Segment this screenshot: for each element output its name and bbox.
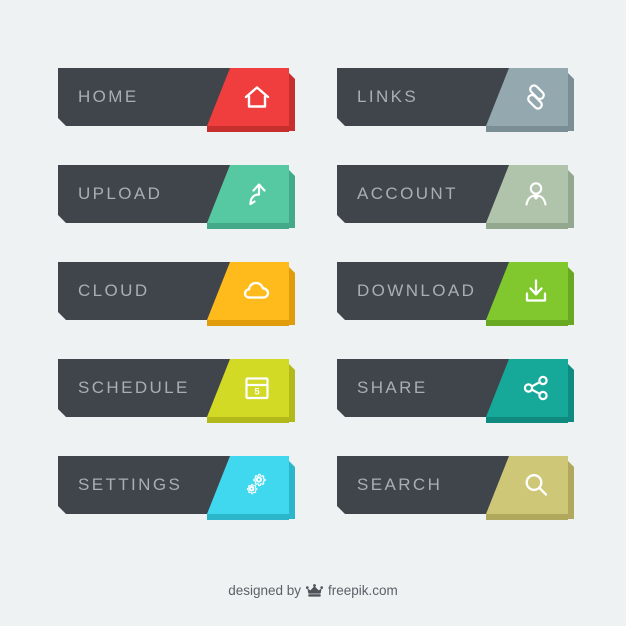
footer-brand: freepik.com (328, 583, 398, 598)
footer-prefix: designed by (228, 583, 302, 598)
footer-attribution: designed by freepik.com (0, 583, 626, 598)
settings-accent-bottom-edge (207, 514, 289, 520)
links-accent-right-edge (568, 73, 574, 131)
button-search[interactable]: SEARCH (337, 456, 574, 520)
home-icon (240, 80, 274, 114)
home-accent-bottom-edge (207, 126, 289, 132)
download-accent-right-edge (568, 267, 574, 325)
button-home[interactable]: HOME (58, 68, 295, 132)
link-icon (519, 80, 553, 114)
button-cloud[interactable]: CLOUD (58, 262, 295, 326)
upload-arrow-icon (240, 177, 274, 211)
button-share[interactable]: SHARE (337, 359, 574, 423)
home-accent-right-edge (289, 73, 295, 131)
button-settings[interactable]: SETTINGS (58, 456, 295, 520)
upload-accent-right-edge (289, 170, 295, 228)
button-schedule[interactable]: 5 SCHEDULE (58, 359, 295, 423)
button-grid: HOME LINKS UPLOAD ACCOUNT CLOUD DOWNLOAD… (58, 68, 574, 520)
cloud-icon (240, 274, 274, 308)
calendar-icon: 5 (240, 371, 274, 405)
download-icon (519, 274, 553, 308)
cloud-accent-right-edge (289, 267, 295, 325)
calendar-day-number: 5 (254, 387, 260, 398)
button-download[interactable]: DOWNLOAD (337, 262, 574, 326)
cloud-accent-bottom-edge (207, 320, 289, 326)
share-accent-right-edge (568, 364, 574, 422)
button-links[interactable]: LINKS (337, 68, 574, 132)
button-account[interactable]: ACCOUNT (337, 165, 574, 229)
search-accent-right-edge (568, 461, 574, 519)
gears-icon (240, 468, 274, 502)
account-accent-right-edge (568, 170, 574, 228)
account-accent-bottom-edge (486, 223, 568, 229)
links-accent-bottom-edge (486, 126, 568, 132)
button-collection-canvas: HOME LINKS UPLOAD ACCOUNT CLOUD DOWNLOAD… (0, 0, 626, 626)
magnifier-icon (519, 468, 553, 502)
freepik-crown-icon (306, 583, 324, 598)
schedule-accent-right-edge (289, 364, 295, 422)
schedule-accent-bottom-edge (207, 417, 289, 423)
button-upload[interactable]: UPLOAD (58, 165, 295, 229)
download-accent-bottom-edge (486, 320, 568, 326)
user-icon (519, 177, 553, 211)
upload-accent-bottom-edge (207, 223, 289, 229)
share-accent-bottom-edge (486, 417, 568, 423)
search-accent-bottom-edge (486, 514, 568, 520)
settings-accent-right-edge (289, 461, 295, 519)
share-nodes-icon (519, 371, 553, 405)
